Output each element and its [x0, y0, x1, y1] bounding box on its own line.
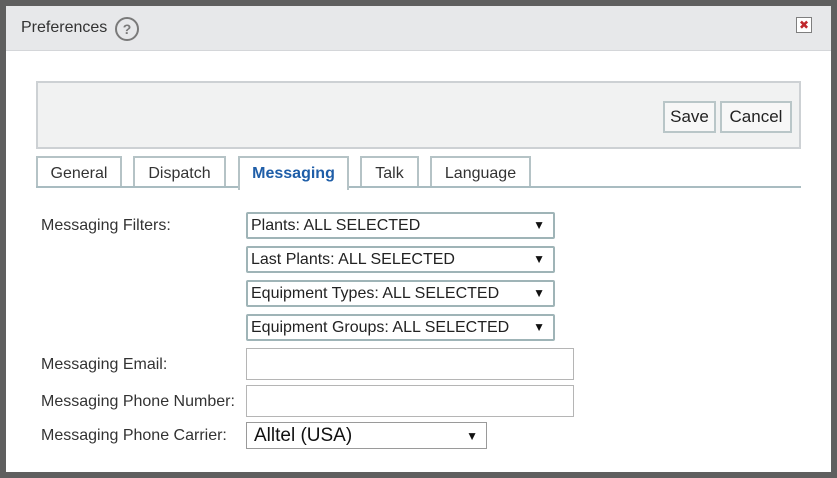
messaging-phone-label: Messaging Phone Number: [41, 393, 235, 410]
cancel-button[interactable]: Cancel [720, 101, 792, 133]
help-icon[interactable]: ? [115, 17, 139, 41]
tab-general[interactable]: General [36, 156, 122, 188]
tab-dispatch[interactable]: Dispatch [133, 156, 226, 188]
equipment-types-filter-value: Equipment Types: ALL SELECTED [251, 285, 500, 302]
save-button[interactable]: Save [663, 101, 716, 133]
equipment-groups-filter-select[interactable]: Equipment Groups: ALL SELECTED ▼ [246, 314, 555, 341]
dropdown-arrow-icon: ▼ [533, 252, 545, 266]
dropdown-arrow-icon: ▼ [533, 286, 545, 300]
messaging-email-field[interactable] [246, 348, 574, 380]
dropdown-arrow-icon: ▼ [533, 218, 545, 232]
tab-messaging[interactable]: Messaging [238, 156, 349, 190]
last-plants-filter-value: Last Plants: ALL SELECTED [251, 251, 455, 268]
equipment-types-filter-select[interactable]: Equipment Types: ALL SELECTED ▼ [246, 280, 555, 307]
messaging-email-label: Messaging Email: [41, 356, 168, 373]
toolbar-panel: Save Cancel [36, 81, 801, 149]
plants-filter-value: Plants: ALL SELECTED [251, 217, 421, 234]
dialog-title: Preferences [21, 19, 108, 36]
equipment-groups-filter-value: Equipment Groups: ALL SELECTED [251, 319, 510, 336]
phone-carrier-select[interactable]: Alltel (USA) ▼ [246, 422, 487, 449]
preferences-dialog: Preferences ? ✖ Save Cancel General Disp… [6, 6, 831, 472]
messaging-carrier-label: Messaging Phone Carrier: [41, 427, 227, 444]
tabs-divider [36, 186, 801, 188]
dropdown-arrow-icon: ▼ [533, 320, 545, 334]
dialog-titlebar: Preferences ? ✖ [6, 6, 831, 51]
tab-talk[interactable]: Talk [360, 156, 419, 188]
messaging-phone-field[interactable] [246, 385, 574, 417]
last-plants-filter-select[interactable]: Last Plants: ALL SELECTED ▼ [246, 246, 555, 273]
dropdown-arrow-icon: ▼ [466, 429, 478, 443]
plants-filter-select[interactable]: Plants: ALL SELECTED ▼ [246, 212, 555, 239]
close-icon[interactable]: ✖ [796, 17, 812, 33]
phone-carrier-value: Alltel (USA) [254, 425, 353, 446]
messaging-filters-label: Messaging Filters: [41, 217, 171, 234]
tab-language[interactable]: Language [430, 156, 531, 188]
